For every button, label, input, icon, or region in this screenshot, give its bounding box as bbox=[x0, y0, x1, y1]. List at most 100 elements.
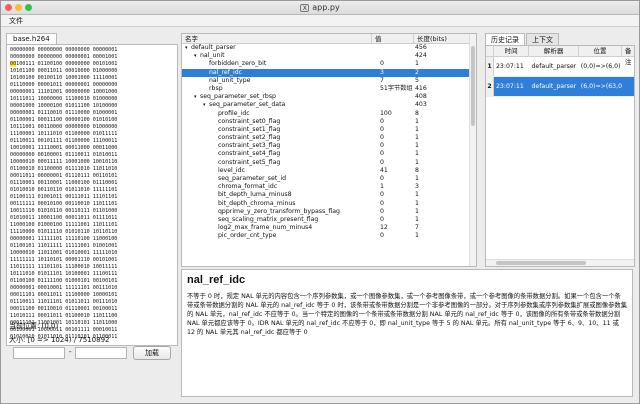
tree-node-length: 1 bbox=[415, 125, 419, 133]
tab-history[interactable]: 历史记录 bbox=[485, 33, 525, 45]
tree-node-length: 1 bbox=[415, 134, 419, 142]
size-range: 大小: [0 => 1024) / 7510892 bbox=[9, 336, 110, 344]
tree-row[interactable]: profile_idc 100 8 bbox=[182, 110, 476, 118]
column-value-header[interactable]: 值 bbox=[372, 34, 414, 43]
scrollbar-thumb[interactable] bbox=[471, 46, 475, 126]
column-position-header[interactable]: 位置 bbox=[579, 46, 623, 56]
tree-node-name: level_idc bbox=[218, 166, 245, 174]
menu-file[interactable]: 文件 bbox=[9, 17, 23, 25]
tree-row[interactable]: constraint_set5_flag 0 1 bbox=[182, 159, 476, 167]
tree-row[interactable]: nal_unit_type 7 5 bbox=[182, 77, 476, 85]
scrollbar-thumb[interactable] bbox=[496, 261, 586, 265]
binary-row: 00000000 00000000 00000000 00000001 bbox=[10, 47, 118, 53]
range-end-input[interactable] bbox=[75, 347, 127, 359]
column-note-header[interactable]: 备注 bbox=[622, 46, 634, 66]
tree-row[interactable]: rbsp 51字节数组 416 bbox=[182, 85, 476, 93]
binary-row: 01100101 11011111 11111001 01001001 bbox=[10, 243, 118, 249]
history-rows: 1 23:07:11 default_parser (0,0)=>(6,0) 2 23:0… bbox=[486, 57, 634, 97]
tree-node-name: constraint_set2_flag bbox=[218, 134, 281, 142]
tree-row[interactable]: ▾ seq_parameter_set_data 403 bbox=[182, 101, 476, 109]
tree-node-value bbox=[372, 44, 414, 52]
tree-row[interactable]: constraint_set4_flag 0 1 bbox=[182, 150, 476, 158]
tree-header: 名字 值 长度(bits) bbox=[182, 34, 476, 44]
binary-row: 10111001 00110000 00000000 01000000 bbox=[10, 124, 118, 130]
tree-row[interactable]: constraint_set1_flag 0 1 bbox=[182, 126, 476, 134]
tree-row[interactable]: forbidden_zero_bit 0 1 bbox=[182, 60, 476, 68]
tree-row[interactable]: pic_order_cnt_type 0 1 bbox=[182, 232, 476, 240]
binary-row: 00000000 00000000 00000001 00001001 bbox=[10, 54, 118, 60]
tree-row[interactable]: ▾ default_parser 456 bbox=[182, 44, 476, 52]
binary-row: 00000001 11111101 11110100 11000100 bbox=[10, 236, 118, 242]
binary-row: 00011100 00110010 01110001 00100011 bbox=[10, 306, 118, 312]
binary-row: 00000001 11101001 00000000 10001000 bbox=[10, 89, 118, 95]
tab-file[interactable]: base.h264 bbox=[6, 33, 57, 44]
column-parser-header[interactable]: 解析器 bbox=[529, 46, 579, 56]
tree-row[interactable]: constraint_set3_flag 0 1 bbox=[182, 142, 476, 150]
tree-node-length: 456 bbox=[415, 44, 427, 51]
tree-node-name: seq_parameter_set_data bbox=[209, 101, 286, 109]
tree-row[interactable]: log2_max_frame_num_minus4 12 7 bbox=[182, 224, 476, 232]
tree-node-length: 2 bbox=[415, 68, 419, 76]
tree-row[interactable]: ▾ seq_parameter_set_rbsp 408 bbox=[182, 93, 476, 101]
tab-context[interactable]: 上下文 bbox=[526, 33, 559, 45]
binary-row: 10100100 00100110 10001000 11110001 bbox=[10, 75, 118, 81]
binary-row: 11010111 00011011 01100010 11011100 bbox=[10, 313, 118, 319]
tree-node-name: nal_unit bbox=[200, 52, 225, 60]
load-button[interactable]: 加载 bbox=[133, 346, 171, 360]
tree-node-value: 0 bbox=[380, 207, 384, 215]
tree-node-name: constraint_set1_flag bbox=[218, 125, 281, 133]
tree-node-value bbox=[372, 93, 414, 101]
tree-rows: ▾ default_parser 456 ▾ nal_unit 424 forbidden_… bbox=[182, 44, 476, 241]
binary-row: 00001000 10000100 01011100 10100000 bbox=[10, 103, 118, 109]
history-header: 时间 解析器 位置 备注 bbox=[486, 46, 634, 66]
tree-node-value: 0 bbox=[380, 60, 384, 68]
binary-row: 01100100 01111100 01000101 00100101 bbox=[10, 278, 118, 284]
tree-row[interactable]: seq_scaling_matrix_present_flag 0 1 bbox=[182, 216, 476, 224]
tree-row[interactable]: bit_depth_chroma_minus 0 1 bbox=[182, 200, 476, 208]
history-scrollbar[interactable] bbox=[486, 259, 634, 266]
tree-scrollbar[interactable] bbox=[469, 34, 476, 266]
history-panel: 历史记录 上下文 时间 解析器 位置 备注 1 23:07:11 default_p… bbox=[485, 33, 635, 267]
binary-view[interactable]: 00000000 00000000 00000000 00000001 00000… bbox=[6, 44, 178, 346]
tree-node-name: seq_parameter_set_id bbox=[218, 175, 287, 182]
tree-node-length: 1 bbox=[415, 60, 419, 68]
tree-row[interactable]: constraint_set0_flag 0 1 bbox=[182, 118, 476, 126]
binary-row: 00000001 01110010 01110000 01000001 bbox=[10, 110, 118, 116]
tree-row[interactable]: bit_depth_luma_minus8 0 1 bbox=[182, 191, 476, 199]
tree-node-name: seq_scaling_matrix_present_flag bbox=[218, 215, 319, 223]
binary-row: 01100111 01001011 00111011 11101101 bbox=[10, 194, 118, 200]
binary-row: 00000001 00010001 11111101 00111010 bbox=[10, 285, 118, 291]
tree-row[interactable]: level_idc 41 8 bbox=[182, 167, 476, 175]
binary-row: 00011101 00011011 11100000 10000101 bbox=[10, 292, 118, 298]
tree-row[interactable]: seq_parameter_set_id 0 1 bbox=[182, 175, 476, 183]
tree-node-length: 8 bbox=[415, 109, 419, 117]
column-name-header[interactable]: 名字 bbox=[182, 34, 372, 43]
tree-row[interactable]: qpprime_y_zero_transform_bypass_flag 0 1 bbox=[182, 208, 476, 216]
tree-row[interactable]: ▾ nal_unit 424 bbox=[182, 52, 476, 60]
window-title: app.py bbox=[312, 3, 340, 12]
binary-row: 00000000 00100001 01110011 01010011 bbox=[10, 152, 118, 158]
tree-node-length: 424 bbox=[415, 52, 427, 60]
binary-row: 00100111 01100100 00000000 00101001 bbox=[10, 61, 118, 67]
tree-node-length: 416 bbox=[415, 84, 427, 92]
column-time-header[interactable]: 时间 bbox=[494, 46, 530, 56]
history-row[interactable]: 2 23:07:11 default_parser (6,0)=>(63,0) bbox=[486, 77, 634, 97]
binary-row: 01010010 00110110 01011010 11111101 bbox=[10, 187, 118, 193]
binary-row: 00011011 00000001 01110111 00110101 bbox=[10, 173, 118, 179]
tree-row[interactable]: chroma_format_idc 1 3 bbox=[182, 183, 476, 191]
parse-tree: 名字 值 长度(bits) ▾ default_parser 456 ▾ nal_uni… bbox=[181, 33, 477, 267]
tree-node-value: 100 bbox=[380, 109, 392, 117]
tree-node-length: 1 bbox=[415, 175, 419, 182]
tree-row[interactable]: constraint_set2_flag 0 1 bbox=[182, 134, 476, 142]
history-row[interactable]: 1 23:07:11 default_parser (0,0)=>(6,0) bbox=[486, 57, 634, 77]
range-start-input[interactable] bbox=[13, 347, 65, 359]
tree-node-value: 3 bbox=[380, 68, 384, 76]
history-row-cells: 23:07:11 default_parser (6,0)=>(63,0) bbox=[494, 77, 634, 96]
tree-node-length: 403 bbox=[415, 101, 427, 109]
history-parser: default_parser bbox=[531, 63, 577, 70]
binary-row: 01100010 01100000 01111010 11011010 bbox=[10, 166, 118, 172]
column-length-header[interactable]: 长度(bits) bbox=[414, 34, 470, 43]
tree-row[interactable]: nal_ref_idc 3 2 bbox=[182, 68, 476, 77]
title-bar: Xapp.py bbox=[1, 1, 639, 15]
tree-node-length: 1 bbox=[415, 142, 419, 150]
